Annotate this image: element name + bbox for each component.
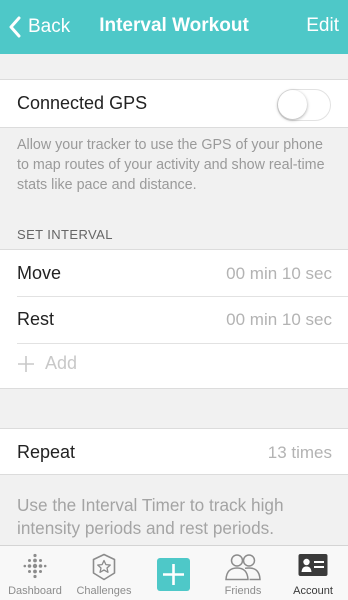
star-badge-icon — [92, 553, 116, 581]
gps-cell: Connected GPS — [0, 79, 348, 128]
repeat-count: 13 times — [267, 443, 332, 462]
add-interval-button[interactable]: Add — [17, 353, 77, 374]
back-button[interactable]: Back — [8, 13, 70, 41]
plus-icon — [18, 355, 34, 372]
edit-button[interactable]: Edit — [306, 15, 339, 37]
rest-label: Rest — [17, 309, 55, 329]
people-icon — [225, 554, 261, 581]
interval-row-rest[interactable]: Rest 00 min 10 sec — [0, 297, 348, 343]
chevron-left-icon — [9, 16, 21, 38]
add-interval-label: Add — [45, 353, 78, 373]
interval-timer-info: Use the Interval Timer to track high int… — [17, 495, 284, 538]
tab-friends[interactable]: Friends — [208, 546, 278, 600]
tab-dashboard-label: Dashboard — [8, 585, 62, 597]
move-label: Move — [17, 263, 62, 283]
tab-account[interactable]: Account — [278, 546, 348, 600]
tab-challenges-label: Challenges — [76, 585, 132, 597]
add-activity-button[interactable] — [157, 558, 190, 591]
dots-grid-icon — [23, 553, 47, 579]
toggle-knob — [278, 90, 307, 119]
tab-friends-label: Friends — [224, 585, 262, 597]
rest-duration: 00 min 10 sec — [226, 310, 332, 329]
tab-bar: Dashboard Challenges Friends Account — [0, 545, 348, 600]
interval-section-header: SET INTERVAL — [17, 227, 113, 242]
gps-toggle[interactable] — [277, 89, 331, 121]
nav-bar: Back Interval Workout Edit — [0, 0, 348, 54]
id-card-icon — [298, 554, 328, 576]
gps-label: Connected GPS — [17, 93, 148, 113]
tab-challenges[interactable]: Challenges — [69, 546, 139, 600]
plus-icon — [163, 564, 184, 585]
interval-row-move[interactable]: Move 00 min 10 sec — [0, 250, 348, 296]
back-label: Back — [28, 16, 71, 37]
row-divider — [17, 343, 348, 344]
repeat-label: Repeat — [17, 442, 76, 462]
move-duration: 00 min 10 sec — [226, 264, 332, 283]
tab-dashboard[interactable]: Dashboard — [0, 546, 70, 600]
tab-account-label: Account — [293, 585, 333, 597]
gps-description: Allow your tracker to use the GPS of you… — [17, 137, 325, 193]
repeat-cell[interactable]: Repeat 13 times — [0, 428, 348, 475]
